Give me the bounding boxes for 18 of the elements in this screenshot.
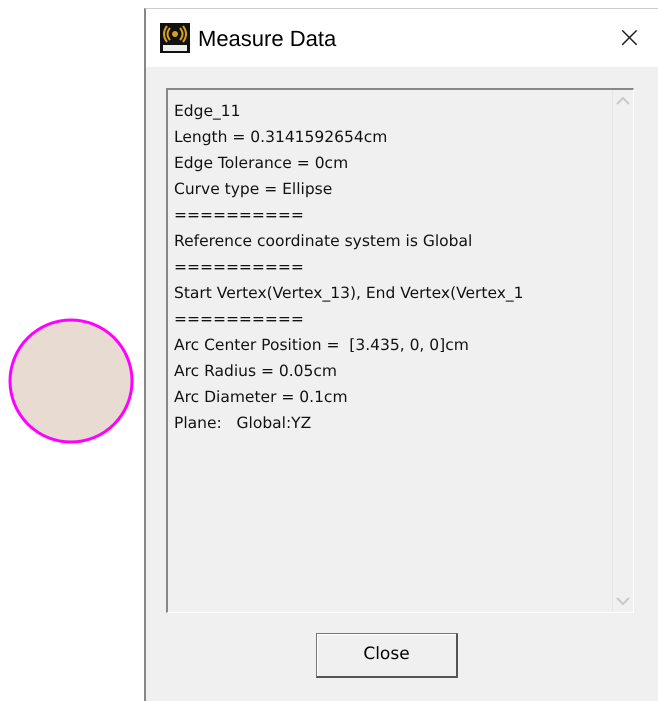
scroll-up-icon[interactable] (615, 96, 631, 106)
output-line: Curve type = Ellipse (174, 179, 334, 200)
output-line: ========== (174, 309, 305, 330)
output-line: Start Vertex(Vertex_13), End Vertex(Vertex_1 (174, 283, 525, 304)
output-line: Edge_11 (174, 101, 242, 122)
output-line: Arc Radius = 0.05cm (174, 361, 338, 382)
output-line: Arc Diameter = 0.1cm (174, 387, 349, 408)
output-line: Arc Center Position = [3.435, 0, 0]cm (174, 335, 470, 356)
scroll-down-icon[interactable] (615, 596, 631, 606)
output-line: ========== (174, 257, 305, 278)
output-line: ========== (174, 205, 305, 226)
output-line: Plane: Global:YZ (174, 413, 312, 434)
close-button[interactable]: Close (316, 633, 458, 678)
output-line: Reference coordinate system is Global (174, 231, 474, 252)
app-logo-icon (160, 23, 190, 53)
output-line: Length = 0.3141592654cm (174, 127, 388, 148)
output-line: Edge Tolerance = 0cm (174, 153, 350, 174)
window-title: Measure Data (198, 24, 338, 52)
